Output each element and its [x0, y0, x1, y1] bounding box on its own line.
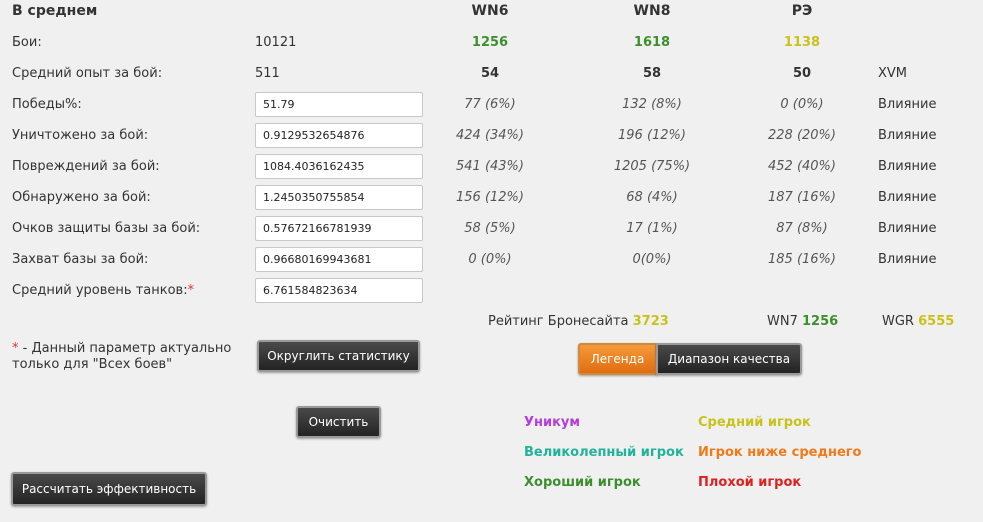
avg-xp-wn6: 54: [480, 66, 500, 81]
xvm-label: XVM: [878, 66, 908, 81]
damage-influence: Влияние: [878, 159, 937, 174]
capture-wn8: 0(0%): [632, 252, 672, 267]
spotted-label: Обнаружено за бой:: [12, 190, 151, 205]
wins-re: 0 (0%): [780, 97, 824, 112]
defense-re: 87 (8%): [776, 221, 828, 236]
quality-range-tab[interactable]: Диапазон качества: [656, 343, 802, 375]
wins-influence: Влияние: [878, 97, 937, 112]
battles-wn8: 1618: [633, 35, 671, 50]
wgr-value: 6555: [918, 314, 955, 329]
damage-label: Повреждений за бой:: [12, 159, 160, 174]
battles-re: 1138: [783, 35, 821, 50]
legend-unicum: Уникум: [524, 415, 581, 430]
capture-influence: Влияние: [878, 252, 937, 267]
tank-level-input[interactable]: [255, 278, 423, 303]
armor-rating: Рейтинг Бронесайта 3723: [488, 314, 669, 329]
defense-label: Очков защиты базы за бой:: [12, 221, 201, 236]
spotted-wn8: 68 (4%): [626, 190, 678, 205]
round-stats-button[interactable]: Округлить статистику: [257, 340, 420, 372]
battles-value: 10121: [255, 35, 297, 50]
footnote: * - Данный параметр актуально только для…: [12, 341, 231, 373]
defense-influence: Влияние: [878, 221, 937, 236]
legend-good: Хороший игрок: [524, 475, 641, 490]
damage-re: 452 (40%): [768, 159, 836, 174]
wins-label: Победы%:: [12, 97, 82, 112]
frags-influence: Влияние: [878, 128, 937, 143]
frags-re: 228 (20%): [768, 128, 836, 143]
clear-button[interactable]: Очистить: [296, 406, 381, 438]
damage-wn8: 1205 (75%): [613, 159, 691, 174]
spotted-input[interactable]: [255, 185, 423, 210]
re-header: РЭ: [791, 3, 813, 19]
wn7-value: 1256: [802, 314, 839, 329]
armor-rating-value: 3723: [632, 314, 669, 329]
armor-rating-label: Рейтинг Бронесайта: [488, 314, 629, 329]
avg-header: В среднем: [12, 3, 98, 19]
tank-level-star: *: [187, 283, 195, 298]
footnote-line2: только для "Всех боев": [12, 357, 173, 372]
capture-wn6: 0 (0%): [468, 252, 512, 267]
tank-level-text: Средний уровень танков:: [12, 283, 188, 298]
wn8-header: WN8: [633, 3, 671, 19]
wn7-rating: WN7 1256: [767, 314, 838, 329]
defense-wn8: 17 (1%): [626, 221, 678, 236]
capture-input[interactable]: [255, 247, 423, 272]
defense-wn6: 58 (5%): [464, 221, 516, 236]
spotted-wn6: 156 (12%): [456, 190, 524, 205]
wgr-rating: WGR 6555: [882, 314, 954, 329]
legend-tab[interactable]: Легенда: [578, 343, 657, 375]
damage-input[interactable]: [255, 154, 423, 179]
frags-wn8: 196 (12%): [618, 128, 686, 143]
spotted-influence: Влияние: [878, 190, 937, 205]
frags-wn6: 424 (34%): [456, 128, 524, 143]
frags-label: Уничтожено за бой:: [12, 128, 149, 143]
battles-label: Бои:: [12, 35, 42, 50]
battles-wn6: 1256: [471, 35, 509, 50]
calculate-button[interactable]: Рассчитать эффективность: [11, 472, 207, 506]
frags-input[interactable]: [255, 123, 423, 148]
wn7-label: WN7: [767, 314, 798, 329]
capture-label: Захват базы за бой:: [12, 252, 149, 267]
legend-below-average: Игрок ниже среднего: [698, 445, 862, 460]
wins-input[interactable]: [255, 92, 423, 117]
avg-xp-label: Средний опыт за бой:: [12, 66, 163, 81]
legend-average: Средний игрок: [698, 415, 811, 430]
footnote-line1: - Данный параметр актуально: [18, 341, 232, 356]
defense-input[interactable]: [255, 216, 423, 241]
legend-bad: Плохой игрок: [698, 475, 802, 490]
spotted-re: 187 (16%): [768, 190, 836, 205]
wins-wn6: 77 (6%): [464, 97, 516, 112]
damage-wn6: 541 (43%): [456, 159, 524, 174]
avg-xp-value: 511: [255, 66, 280, 81]
wgr-label: WGR: [882, 314, 914, 329]
wn6-header: WN6: [471, 3, 509, 19]
tank-level-label: Средний уровень танков:*: [12, 283, 194, 298]
avg-xp-re: 50: [792, 66, 812, 81]
wins-wn8: 132 (8%): [622, 97, 682, 112]
legend-great: Великолепный игрок: [524, 445, 684, 460]
avg-xp-wn8: 58: [642, 66, 662, 81]
capture-re: 185 (16%): [768, 252, 836, 267]
